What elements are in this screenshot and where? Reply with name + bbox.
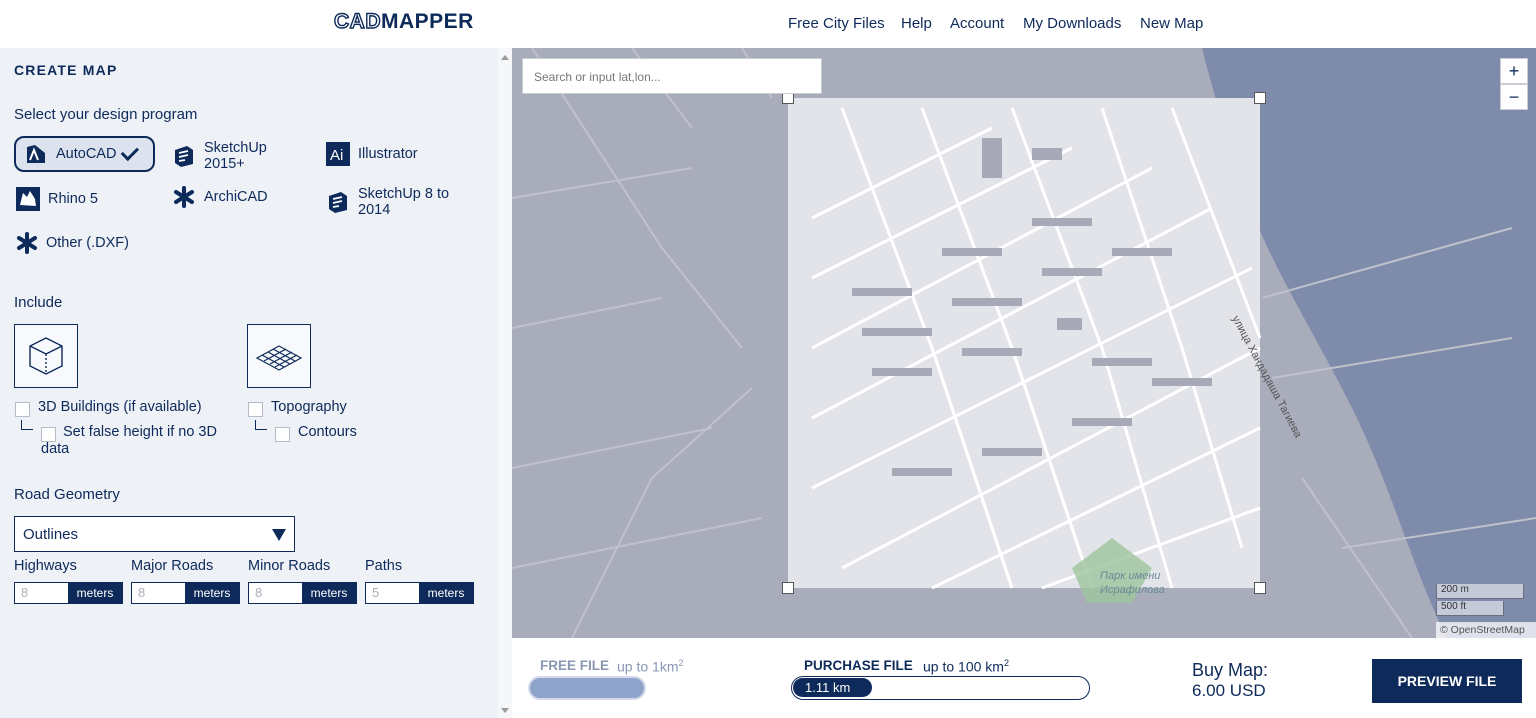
purchase-file-bar[interactable]: 1.11 km [791, 676, 1090, 700]
buildings-checkbox[interactable] [15, 402, 30, 417]
program-sketchup-8[interactable]: SketchUp 8 to 2014 [326, 184, 468, 220]
park-label: Парк имени [1100, 570, 1160, 582]
topography-checkbox[interactable] [248, 402, 263, 417]
nav-help[interactable]: Help [901, 15, 932, 32]
scale-metric: 200 m [1436, 584, 1524, 599]
program-label: ArchiCAD [204, 189, 268, 205]
program-label: SketchUp 8 to 2014 [358, 186, 450, 218]
free-file-bar[interactable] [528, 676, 646, 700]
highways-width-input[interactable]: 8 meters [14, 582, 123, 604]
input-value[interactable]: 8 [249, 583, 302, 603]
input-value[interactable]: 8 [15, 583, 68, 603]
nav-free-city-files[interactable]: Free City Files [788, 15, 885, 32]
selection-handle-ne[interactable] [1254, 92, 1266, 104]
contours-checkbox[interactable] [275, 427, 290, 442]
autocad-icon [24, 142, 48, 166]
area-value: 1.11 km [805, 680, 851, 695]
preview-file-button[interactable]: PREVIEW FILE [1372, 659, 1522, 703]
create-map-sidebar: CREATE MAP Select your design program Au… [0, 48, 498, 718]
sidebar-scrollbar[interactable] [498, 48, 512, 718]
selection-handle-sw[interactable] [782, 582, 794, 594]
buy-map-price: 6.00 USD [1192, 681, 1266, 700]
buildings-label: 3D Buildings (if available) [38, 399, 202, 415]
unit-exponent: 2 [1003, 658, 1009, 668]
map-search-input[interactable]: Search or input lat,lon... [522, 58, 822, 94]
archicad-icon [172, 185, 196, 209]
scale-imperial: 500 ft [1436, 601, 1504, 616]
sketchup-icon [326, 190, 350, 214]
free-file-limit-text: up to 1km [617, 658, 679, 675]
topography-preview-icon[interactable] [247, 324, 311, 388]
scroll-down-arrow-icon[interactable] [501, 708, 509, 713]
buy-map-label: Buy Map: [1192, 660, 1269, 680]
svg-text:Ai: Ai [330, 147, 343, 164]
unit-label: meters [68, 583, 122, 603]
program-label: AutoCAD [56, 146, 117, 162]
bottom-purchase-bar: FREE FILE up to 1km2 PURCHASE FILE up to… [512, 638, 1536, 718]
sketchup-icon [172, 144, 196, 168]
include-heading: Include [14, 294, 63, 311]
paths-label: Paths [365, 558, 403, 574]
top-navbar: CADMAPPER Free City Files Help Account M… [0, 0, 1536, 48]
illustrator-icon: Ai [326, 142, 350, 166]
minor-roads-label: Minor Roads [248, 558, 331, 574]
purchase-file-limit: up to 100 km2 [923, 658, 1009, 675]
logo-mapper-text: MAPPER [381, 10, 474, 33]
free-file-limit: up to 1km2 [617, 658, 684, 675]
selection-handle-se[interactable] [1254, 582, 1266, 594]
program-illustrator[interactable]: Ai Illustrator [326, 136, 418, 172]
nav-my-downloads[interactable]: My Downloads [1023, 15, 1121, 32]
road-geometry-heading: Road Geometry [14, 486, 120, 503]
contours-label: Contours [298, 424, 357, 440]
tree-connector [21, 420, 33, 430]
nav-new-map[interactable]: New Map [1140, 15, 1203, 32]
program-label: SketchUp 2015+ [204, 140, 267, 172]
program-sketchup-2015[interactable]: SketchUp 2015+ [172, 138, 302, 174]
program-label: Other (.DXF) [46, 235, 129, 251]
osm-attribution-link[interactable]: © OpenStreetMap [1436, 622, 1536, 638]
scroll-up-arrow-icon[interactable] [501, 55, 509, 60]
input-value[interactable]: 8 [132, 583, 185, 603]
unit-label: meters [185, 583, 239, 603]
minor-roads-width-input[interactable]: 8 meters [248, 582, 357, 604]
road-geometry-select[interactable]: Outlines [14, 516, 295, 552]
unit-label: meters [419, 583, 473, 603]
free-file-title: FREE FILE [540, 658, 610, 673]
false-height-label: Set false height if no 3D data [41, 424, 217, 457]
create-map-title: CREATE MAP [14, 62, 118, 78]
unit-label: meters [302, 583, 356, 603]
zoom-in-button[interactable]: + [1500, 58, 1528, 84]
program-autocad[interactable]: AutoCAD [14, 136, 155, 172]
program-rhino5[interactable]: Rhino 5 [16, 181, 98, 217]
purchase-file-title: PURCHASE FILE [804, 658, 913, 673]
program-label: Illustrator [358, 146, 418, 162]
major-roads-label: Major Roads [131, 558, 214, 574]
input-value[interactable]: 5 [366, 583, 419, 603]
road-geometry-value: Outlines [23, 526, 79, 543]
logo-cad-text: CAD [333, 9, 381, 33]
area-fill: 1.11 km [793, 678, 872, 697]
paths-width-input[interactable]: 5 meters [365, 582, 474, 604]
check-icon [121, 142, 140, 162]
highways-label: Highways [14, 558, 77, 574]
topography-label: Topography [271, 399, 347, 415]
rhino-icon [16, 187, 40, 211]
unit-exponent: 2 [678, 658, 684, 668]
asterisk-icon [16, 231, 38, 255]
map-view[interactable]: Парк имени Исрафилова улица Хандадаша Та… [512, 48, 1536, 638]
program-other-dxf[interactable]: Other (.DXF) [16, 225, 129, 261]
buildings-preview-icon[interactable] [14, 324, 78, 388]
nav-account[interactable]: Account [950, 15, 1004, 32]
cadmapper-logo[interactable]: CADMAPPER [333, 9, 474, 34]
program-label: Rhino 5 [48, 191, 98, 207]
park-label: Исрафилова [1100, 584, 1165, 596]
program-archicad[interactable]: ArchiCAD [172, 179, 268, 215]
purchase-file-limit-text: up to 100 km [923, 658, 1004, 675]
tree-connector [255, 420, 267, 430]
map-canvas[interactable]: Парк имени Исрафилова улица Хандадаша Та… [512, 48, 1536, 638]
zoom-out-button[interactable]: − [1500, 84, 1528, 110]
dropdown-arrow-icon [272, 529, 286, 541]
major-roads-width-input[interactable]: 8 meters [131, 582, 240, 604]
program-heading: Select your design program [14, 106, 198, 123]
